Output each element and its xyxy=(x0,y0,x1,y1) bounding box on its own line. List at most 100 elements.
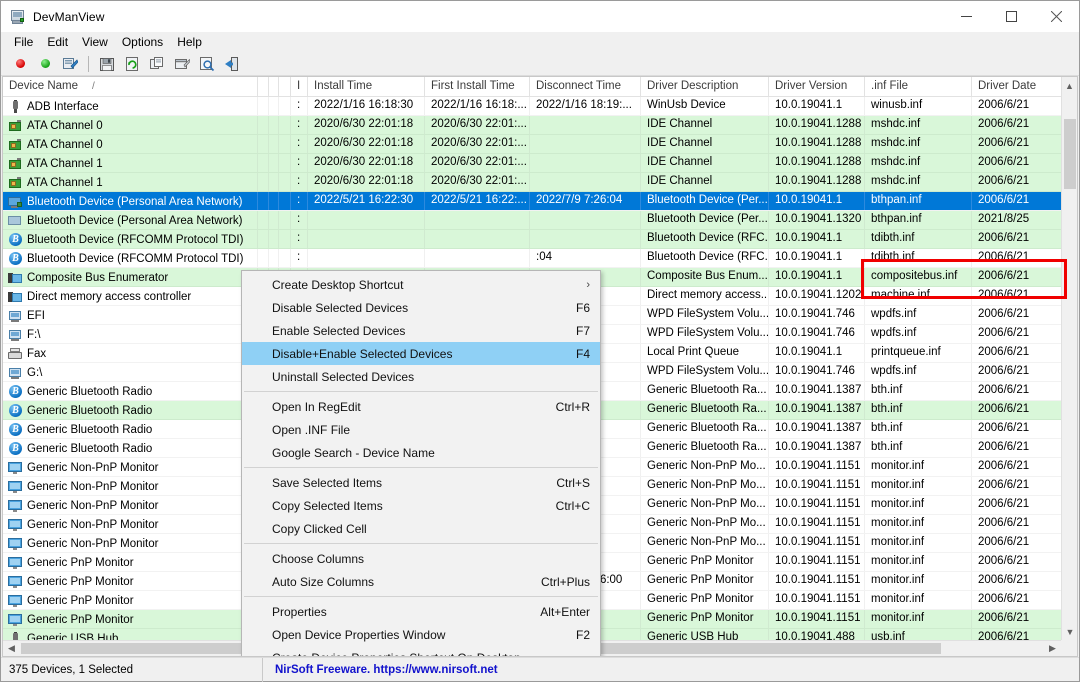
cell-driver-date[interactable]: 2006/6/21 xyxy=(972,135,1067,153)
ctx-copy-clicked-cell[interactable]: Copy Clicked Cell xyxy=(242,517,600,540)
cell-inf-file[interactable]: winusb.inf xyxy=(865,97,972,115)
cell-driver-version[interactable]: 10.0.19041.1151 xyxy=(769,458,865,476)
cell-blank-2[interactable] xyxy=(269,211,279,229)
cell-driver-version[interactable]: 10.0.19041.1288 xyxy=(769,154,865,172)
exit-button[interactable] xyxy=(221,53,243,75)
cell-inf-file[interactable]: tdibth.inf xyxy=(865,249,972,267)
cell-driver-version[interactable]: 10.0.19041.1151 xyxy=(769,591,865,609)
cell-driver-description[interactable]: WinUsb Device xyxy=(641,97,769,115)
cell-inf-file[interactable]: monitor.inf xyxy=(865,458,972,476)
cell-inf-file[interactable]: mshdc.inf xyxy=(865,135,972,153)
scroll-left-icon[interactable]: ◀ xyxy=(3,641,20,656)
cell-device-name[interactable]: G:\ xyxy=(3,363,258,381)
cell-blank-1[interactable] xyxy=(258,97,269,115)
cell-blank-1[interactable] xyxy=(258,173,269,191)
table-row[interactable]: BBluetooth Device (RFCOMM Protocol TDI):… xyxy=(3,249,1077,268)
column-driver-date[interactable]: Driver Date xyxy=(972,77,1067,97)
ctx-properties[interactable]: PropertiesAlt+Enter xyxy=(242,600,600,623)
cell-blank-3[interactable] xyxy=(279,97,291,115)
cell-driver-version[interactable]: 10.0.19041.746 xyxy=(769,306,865,324)
device-properties-button[interactable] xyxy=(59,53,81,75)
cell-driver-description[interactable]: Composite Bus Enum... xyxy=(641,268,769,286)
cell-driver-version[interactable]: 10.0.19041.1 xyxy=(769,344,865,362)
column-driver-description[interactable]: Driver Description xyxy=(641,77,769,97)
cell-driver-description[interactable]: Direct memory access... xyxy=(641,287,769,305)
cell-disconnect-time[interactable] xyxy=(530,116,641,134)
cell-device-name[interactable]: F:\ xyxy=(3,325,258,343)
cell-driver-date[interactable]: 2021/8/25 xyxy=(972,211,1067,229)
cell-device-name[interactable]: ATA Channel 1 xyxy=(3,173,258,191)
cell-disconnect-time[interactable]: 2022/7/9 7:26:04 xyxy=(530,192,641,210)
cell-driver-version[interactable]: 10.0.19041.1151 xyxy=(769,610,865,628)
cell-driver-date[interactable]: 2006/6/21 xyxy=(972,154,1067,172)
cell-driver-description[interactable]: Generic Non-PnP Mo... xyxy=(641,496,769,514)
cell-driver-date[interactable]: 2006/6/21 xyxy=(972,173,1067,191)
cell-driver-date[interactable]: 2006/6/21 xyxy=(972,116,1067,134)
cell-i[interactable]: : xyxy=(291,173,308,191)
cell-driver-version[interactable]: 10.0.19041.1288 xyxy=(769,135,865,153)
table-row[interactable]: BBluetooth Device (RFCOMM Protocol TDI):… xyxy=(3,230,1077,249)
cell-blank-2[interactable] xyxy=(269,192,279,210)
cell-inf-file[interactable]: monitor.inf xyxy=(865,572,972,590)
cell-driver-description[interactable]: Bluetooth Device (RFC... xyxy=(641,249,769,267)
cell-device-name[interactable]: Generic PnP Monitor xyxy=(3,610,258,628)
table-row[interactable]: Bluetooth Device (Personal Area Network)… xyxy=(3,211,1077,230)
cell-device-name[interactable]: Composite Bus Enumerator xyxy=(3,268,258,286)
table-row[interactable]: ATA Channel 0:2020/6/30 22:01:182020/6/3… xyxy=(3,116,1077,135)
cell-device-name[interactable]: BBluetooth Device (RFCOMM Protocol TDI) xyxy=(3,249,258,267)
table-row[interactable]: ATA Channel 1:2020/6/30 22:01:182020/6/3… xyxy=(3,154,1077,173)
cell-driver-date[interactable]: 2006/6/21 xyxy=(972,534,1067,552)
cell-inf-file[interactable]: monitor.inf xyxy=(865,591,972,609)
ctx-open-device-properties-window[interactable]: Open Device Properties WindowF2 xyxy=(242,623,600,646)
cell-disconnect-time[interactable] xyxy=(530,230,641,248)
cell-device-name[interactable]: Generic Non-PnP Monitor xyxy=(3,477,258,495)
cell-blank-1[interactable] xyxy=(258,135,269,153)
cell-driver-date[interactable]: 2006/6/21 xyxy=(972,325,1067,343)
ctx-disable-enable-selected-devices[interactable]: Disable+Enable Selected DevicesF4 xyxy=(242,342,600,365)
cell-i[interactable]: : xyxy=(291,116,308,134)
cell-driver-version[interactable]: 10.0.19041.1 xyxy=(769,97,865,115)
cell-i[interactable]: : xyxy=(291,97,308,115)
ctx-open-in-regedit[interactable]: Open In RegEditCtrl+R xyxy=(242,395,600,418)
cell-inf-file[interactable]: bthpan.inf xyxy=(865,211,972,229)
cell-device-name[interactable]: Fax xyxy=(3,344,258,362)
cell-device-name[interactable]: ATA Channel 1 xyxy=(3,154,258,172)
cell-i[interactable]: : xyxy=(291,230,308,248)
cell-driver-description[interactable]: Generic PnP Monitor xyxy=(641,553,769,571)
column-disconnect-time[interactable]: Disconnect Time xyxy=(530,77,641,97)
cell-first-install-time[interactable]: 2020/6/30 22:01:... xyxy=(425,116,530,134)
cell-driver-version[interactable]: 10.0.19041.1202 xyxy=(769,287,865,305)
cell-inf-file[interactable]: wpdfs.inf xyxy=(865,363,972,381)
column-blank-3[interactable] xyxy=(279,77,291,97)
cell-driver-description[interactable]: Generic PnP Monitor xyxy=(641,610,769,628)
cell-i[interactable]: : xyxy=(291,135,308,153)
cell-install-time[interactable]: 2020/6/30 22:01:18 xyxy=(308,154,425,172)
column-blank-2[interactable] xyxy=(269,77,279,97)
cell-install-time[interactable]: 2020/6/30 22:01:18 xyxy=(308,116,425,134)
cell-driver-version[interactable]: 10.0.19041.1387 xyxy=(769,439,865,457)
menu-options[interactable]: Options xyxy=(115,33,170,52)
cell-driver-date[interactable]: 2006/6/21 xyxy=(972,477,1067,495)
column-install-time[interactable]: Install Time xyxy=(308,77,425,97)
cell-driver-date[interactable]: 2006/6/21 xyxy=(972,287,1067,305)
cell-driver-date[interactable]: 2006/6/21 xyxy=(972,249,1067,267)
menu-view[interactable]: View xyxy=(75,33,115,52)
cell-driver-description[interactable]: Generic Bluetooth Ra... xyxy=(641,420,769,438)
cell-blank-1[interactable] xyxy=(258,211,269,229)
ctx-create-device-properties-shortcut[interactable]: Create Device Properties Shortcut On Des… xyxy=(242,646,600,657)
cell-driver-date[interactable]: 2006/6/21 xyxy=(972,230,1067,248)
cell-driver-description[interactable]: WPD FileSystem Volu... xyxy=(641,363,769,381)
cell-inf-file[interactable]: mshdc.inf xyxy=(865,173,972,191)
cell-device-name[interactable]: Generic Non-PnP Monitor xyxy=(3,515,258,533)
ctx-disable-selected-devices[interactable]: Disable Selected DevicesF6 xyxy=(242,296,600,319)
cell-device-name[interactable]: Generic Non-PnP Monitor xyxy=(3,496,258,514)
cell-driver-version[interactable]: 10.0.19041.1151 xyxy=(769,572,865,590)
cell-driver-date[interactable]: 2006/6/21 xyxy=(972,192,1067,210)
vertical-scrollbar[interactable]: ▲ ▼ xyxy=(1061,77,1077,640)
cell-driver-version[interactable]: 10.0.19041.1151 xyxy=(769,553,865,571)
cell-blank-3[interactable] xyxy=(279,249,291,267)
cell-blank-1[interactable] xyxy=(258,192,269,210)
ctx-save-selected-items[interactable]: Save Selected ItemsCtrl+S xyxy=(242,471,600,494)
cell-driver-description[interactable]: Generic Bluetooth Ra... xyxy=(641,401,769,419)
cell-inf-file[interactable]: mshdc.inf xyxy=(865,116,972,134)
